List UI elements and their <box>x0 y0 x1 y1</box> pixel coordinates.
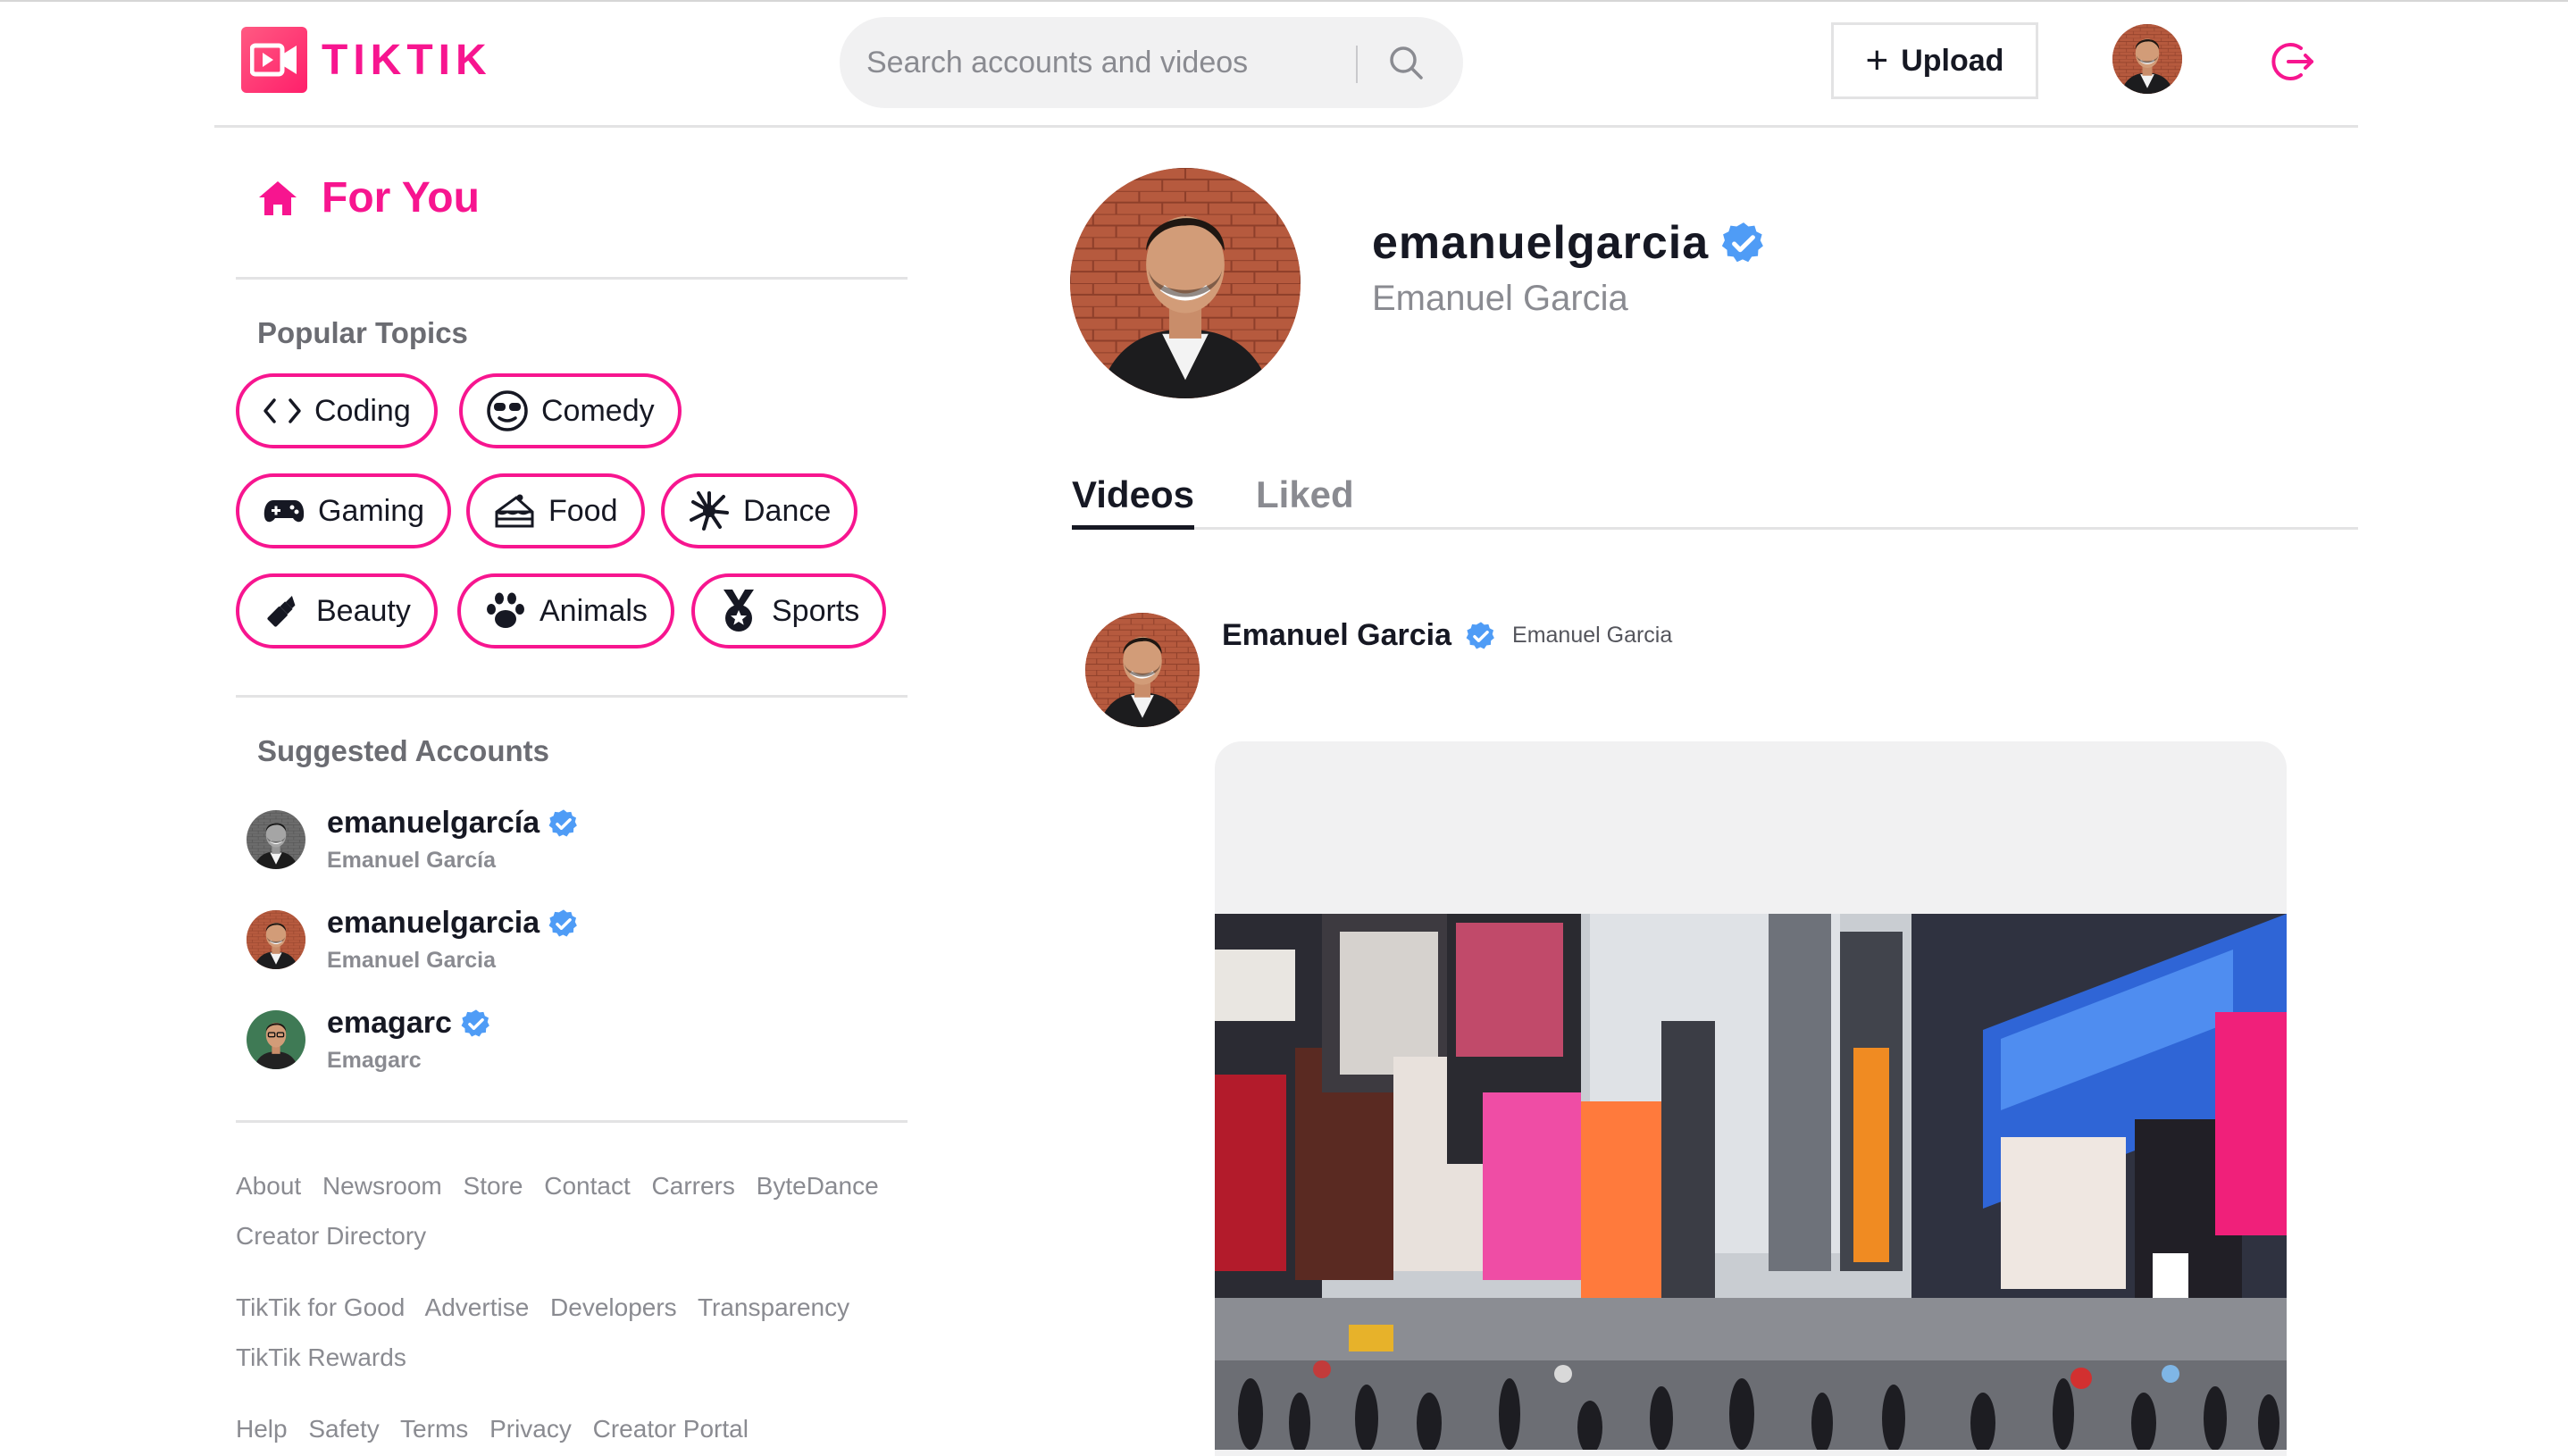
sidebar-item-for-you[interactable]: For You <box>257 173 480 222</box>
for-you-label: For You <box>322 174 480 222</box>
suggested-account[interactable]: emanuelgarcía Emanuel García <box>247 806 579 874</box>
account-username: emanuelgarcia <box>327 906 540 940</box>
video-thumbnail-image <box>1215 914 2287 1450</box>
search-icon <box>1390 46 1423 79</box>
upload-button[interactable]: + Upload <box>1831 22 2038 99</box>
footer-link-about[interactable]: About <box>236 1172 301 1200</box>
account-username: emanuelgarcía <box>327 806 540 840</box>
footer-link-help[interactable]: Help <box>236 1415 288 1443</box>
topic-coding[interactable]: Coding <box>236 373 438 448</box>
footer-links-group: TikTik for Good Advertise Developers Tra… <box>236 1283 908 1383</box>
search-bar <box>840 17 1463 108</box>
avatar <box>247 1010 305 1069</box>
account-username: emagarc <box>327 1006 452 1040</box>
sunglasses-face-icon <box>487 390 528 431</box>
topic-label: Coding <box>314 393 411 428</box>
dance-icon <box>690 491 729 531</box>
search-divider <box>1356 46 1358 83</box>
profile-tabs: Videos Liked <box>1072 466 2358 530</box>
profile-username: emanuelgarcia <box>1372 216 1766 270</box>
lipstick-icon <box>267 596 296 627</box>
topic-dance[interactable]: Dance <box>661 473 858 548</box>
upload-label: Upload <box>1901 43 2004 78</box>
topic-label: Comedy <box>541 393 655 428</box>
verified-icon <box>1721 221 1766 265</box>
account-name: Emanuel García <box>327 848 496 873</box>
medal-icon <box>724 590 754 632</box>
avatar <box>247 910 305 969</box>
suggested-account[interactable]: emagarc Emagarc <box>247 1006 491 1074</box>
current-user-avatar[interactable] <box>2112 24 2182 94</box>
profile-display-name: Emanuel Garcia <box>1372 279 1628 318</box>
verified-icon <box>1466 621 1496 651</box>
footer-links-group: About Newsroom Store Contact Carrers Byt… <box>236 1161 908 1261</box>
verified-icon <box>461 1008 491 1039</box>
topic-label: Sports <box>772 593 860 628</box>
footer-link-tiktik-rewards[interactable]: TikTik Rewards <box>236 1343 406 1371</box>
suggested-accounts-title: Suggested Accounts <box>257 734 549 767</box>
brand-name: TIKTIK <box>322 36 492 84</box>
plus-icon: + <box>1865 38 1889 82</box>
gamepad-icon <box>263 500 305 523</box>
video-card <box>1215 741 2287 1456</box>
footer-link-creator-directory[interactable]: Creator Directory <box>236 1222 426 1250</box>
topic-animals[interactable]: Animals <box>457 573 674 649</box>
topic-label: Food <box>548 493 618 528</box>
footer-link-safety[interactable]: Safety <box>308 1415 379 1443</box>
footer-link-terms[interactable]: Terms <box>400 1415 468 1443</box>
paw-icon <box>487 592 524 628</box>
footer-link-transparency[interactable]: Transparency <box>698 1293 849 1321</box>
footer-link-creator-portal[interactable]: Creator Portal <box>593 1415 749 1443</box>
tab-videos[interactable]: Videos <box>1072 473 1194 530</box>
footer-link-contact[interactable]: Contact <box>544 1172 631 1200</box>
search-button[interactable] <box>1374 35 1438 90</box>
footer-link-tiktik-for-good[interactable]: TikTik for Good <box>236 1293 405 1321</box>
footer-link-advertise[interactable]: Advertise <box>425 1293 530 1321</box>
cake-icon <box>495 494 534 528</box>
account-name: Emagarc <box>327 1048 422 1073</box>
suggested-account[interactable]: emanuelgarcia Emanuel Garcia <box>247 906 579 974</box>
topic-label: Gaming <box>318 493 425 528</box>
post-author[interactable]: Emanuel Garcia Emanuel Garcia <box>1222 618 1672 653</box>
footer-link-developers[interactable]: Developers <box>550 1293 677 1321</box>
footer-link-bytedance[interactable]: ByteDance <box>757 1172 879 1200</box>
divider <box>236 1120 908 1123</box>
home-icon <box>259 180 297 215</box>
tiktik-logo[interactable]: TIKTIK <box>241 27 492 93</box>
divider <box>236 277 908 280</box>
avatar <box>247 810 305 869</box>
video-player[interactable] <box>1215 914 2287 1450</box>
popular-topics-title: Popular Topics <box>257 316 468 349</box>
footer-link-privacy[interactable]: Privacy <box>489 1415 572 1443</box>
verified-icon <box>548 808 579 839</box>
tab-liked[interactable]: Liked <box>1256 473 1354 516</box>
topic-comedy[interactable]: Comedy <box>459 373 682 448</box>
footer-link-carrers[interactable]: Carrers <box>652 1172 735 1200</box>
post-author-handle: Emanuel Garcia <box>1512 623 1673 648</box>
search-input[interactable] <box>865 38 1315 87</box>
profile-avatar <box>1070 168 1301 398</box>
footer-links-group: Help Safety Terms Privacy Creator Portal <box>236 1404 908 1454</box>
topic-food[interactable]: Food <box>466 473 645 548</box>
divider <box>236 695 908 698</box>
topic-beauty[interactable]: Beauty <box>236 573 438 649</box>
post-author-avatar[interactable] <box>1085 613 1200 727</box>
footer-link-store[interactable]: Store <box>464 1172 523 1200</box>
post-author-name: Emanuel Garcia <box>1222 618 1452 652</box>
account-name: Emanuel Garcia <box>327 948 496 973</box>
video-camera-icon <box>241 27 307 93</box>
logout-button[interactable] <box>2269 38 2317 86</box>
code-icon <box>263 398 301 423</box>
verified-icon <box>548 908 579 939</box>
logout-icon <box>2271 43 2313 80</box>
topic-gaming[interactable]: Gaming <box>236 473 452 548</box>
footer-link-newsroom[interactable]: Newsroom <box>322 1172 442 1200</box>
profile-username-text: emanuelgarcia <box>1372 217 1710 269</box>
topic-label: Dance <box>743 493 832 528</box>
topic-label: Beauty <box>316 593 411 628</box>
topic-label: Animals <box>540 593 648 628</box>
top-navbar: TIKTIK + Upload <box>214 2 2358 128</box>
topic-sports[interactable]: Sports <box>691 573 887 649</box>
